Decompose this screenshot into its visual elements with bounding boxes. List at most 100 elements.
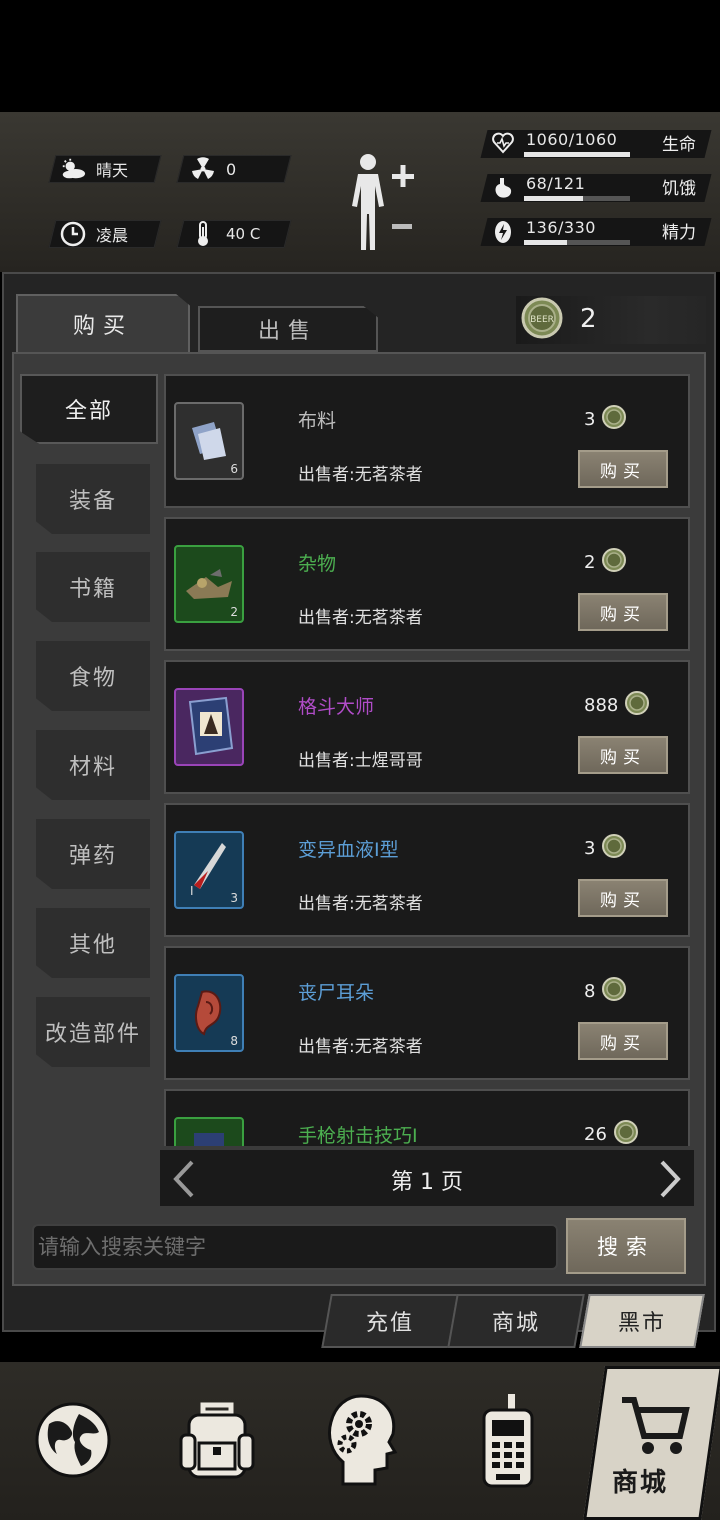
health-bar (524, 152, 630, 157)
category-all[interactable]: 全部 (20, 374, 158, 444)
buy-button[interactable]: 购买 (578, 593, 668, 631)
sun-cloud-icon (60, 156, 86, 182)
stomach-icon (492, 176, 514, 200)
item-price-value: 888 (584, 695, 619, 716)
hunger-stat: 68/121 饥饿 (480, 172, 712, 206)
item-price-value: 3 (584, 838, 596, 859)
walkie-talkie-icon (482, 1394, 534, 1488)
coin-icon (624, 690, 650, 721)
energy-value: 136/330 (526, 218, 596, 237)
nav-shop-label: 商城 (612, 1468, 669, 1498)
category-books[interactable]: 书籍 (36, 552, 150, 622)
temperature-indicator: 40 C (190, 220, 260, 248)
item-thumbnail[interactable]: 2 (174, 545, 244, 623)
item-name: 手枪射击技巧Ⅰ (298, 1125, 418, 1146)
coin-icon: BEER (520, 296, 564, 340)
hunger-value: 68/121 (526, 174, 586, 193)
list-item[interactable]: I 3 变异血液Ⅰ型 出售者:无茗茶者 3 购买 (164, 803, 690, 937)
item-quantity: 2 (230, 605, 238, 619)
item-quantity: 3 (230, 891, 238, 905)
item-thumbnail[interactable] (174, 1117, 244, 1146)
item-name: 丧尸耳朵 (298, 982, 375, 1004)
time-indicator: 凌晨 (60, 220, 128, 248)
human-body-icon (352, 154, 414, 250)
svg-text:I: I (190, 884, 194, 898)
buy-button[interactable]: 购买 (578, 450, 668, 488)
buy-button[interactable]: 购买 (578, 879, 668, 917)
list-item[interactable]: 手枪射击技巧Ⅰ 26 (164, 1089, 690, 1146)
search-input[interactable] (32, 1224, 558, 1270)
category-materials[interactable]: 材料 (36, 730, 150, 800)
item-thumbnail[interactable]: 6 (174, 402, 244, 480)
time-of-day-text: 凌晨 (96, 226, 129, 245)
hunger-label: 饥饿 (662, 179, 696, 199)
buy-button[interactable]: 购买 (578, 736, 668, 774)
category-food[interactable]: 食物 (36, 641, 150, 711)
radiation-icon (190, 156, 216, 182)
tab-store-label: 商城 (491, 1311, 540, 1336)
coin-icon (613, 1119, 639, 1146)
svg-text:BEER: BEER (530, 315, 554, 325)
tab-recharge-label: 充值 (365, 1311, 414, 1336)
tab-store[interactable]: 商城 (447, 1294, 585, 1348)
item-quantity: 8 (230, 1034, 238, 1048)
item-price: 2 (584, 547, 627, 578)
hunger-bar (524, 196, 630, 201)
item-thumbnail[interactable]: I3 (174, 831, 244, 909)
item-thumbnail[interactable]: 8 (174, 974, 244, 1052)
item-price: 888 (584, 690, 650, 721)
item-thumbnail[interactable] (174, 688, 244, 766)
energy-bar (524, 240, 630, 245)
list-item[interactable]: 6 布料 出售者:无茗茶者 3 购买 (164, 374, 690, 508)
item-price: 3 (584, 833, 627, 864)
item-price: 8 (584, 976, 627, 1007)
category-equipment[interactable]: 装备 (36, 464, 150, 534)
tab-sell[interactable]: 出售 (198, 306, 378, 352)
nav-map-button[interactable] (28, 1390, 118, 1490)
radiation-indicator: 0 (190, 155, 236, 183)
item-price: 26 (584, 1119, 639, 1146)
category-ammo[interactable]: 弹药 (36, 819, 150, 889)
item-price: 3 (584, 404, 627, 435)
item-name: 布料 (298, 410, 337, 432)
coin-icon (601, 833, 627, 864)
category-mod-parts[interactable]: 改造部件 (36, 997, 150, 1067)
heart-icon (492, 132, 514, 156)
coin-icon (601, 404, 627, 435)
item-name: 变异血液Ⅰ型 (298, 839, 399, 861)
item-name: 杂物 (298, 553, 337, 575)
nav-skills-button[interactable] (318, 1390, 408, 1490)
category-other[interactable]: 其他 (36, 908, 150, 978)
weather-indicator: 晴天 (60, 155, 128, 183)
item-list[interactable]: 6 布料 出售者:无茗茶者 3 购买 2 杂物 出售者:无茗茶者 2 购买 格斗大师 出售者:士煋哥哥… (160, 374, 694, 1146)
tab-black-market[interactable]: 黑市 (579, 1294, 705, 1348)
weather-text: 晴天 (96, 161, 129, 180)
list-item[interactable]: 8 丧尸耳朵出售者:无茗茶者 8 购买 (164, 946, 690, 1080)
temperature-value: 40 C (226, 225, 261, 243)
item-price-value: 3 (584, 409, 596, 430)
radiation-value: 0 (226, 159, 237, 179)
list-item[interactable]: 格斗大师 出售者:士煋哥哥 888 购买 (164, 660, 690, 794)
item-seller: 出售者:无茗茶者 (298, 894, 423, 914)
tab-recharge[interactable]: 充值 (321, 1294, 459, 1348)
energy-icon (492, 220, 514, 244)
page-indicator: 第 1 页 (391, 1170, 463, 1195)
item-quantity: 6 (230, 462, 238, 476)
pager: 第 1 页 (160, 1150, 694, 1206)
item-seller: 出售者:无茗茶者 (298, 1037, 423, 1057)
tab-buy[interactable]: 购买 (16, 294, 190, 352)
globe-icon (35, 1402, 111, 1478)
list-item[interactable]: 2 杂物 出售者:无茗茶者 2 购买 (164, 517, 690, 651)
nav-inventory-button[interactable] (172, 1390, 262, 1490)
health-stat: 1060/1060 生命 (480, 128, 712, 162)
health-label: 生命 (662, 135, 696, 155)
clock-icon (60, 221, 86, 247)
head-gear-icon (328, 1394, 398, 1486)
coin-icon (601, 547, 627, 578)
search-button[interactable]: 搜索 (566, 1218, 686, 1274)
next-page-button[interactable] (658, 1160, 682, 1202)
nav-radio-button[interactable] (462, 1390, 552, 1490)
item-seller: 出售者:士煋哥哥 (298, 751, 423, 771)
buy-button[interactable]: 购买 (578, 1022, 668, 1060)
body-status-button[interactable] (348, 150, 420, 254)
